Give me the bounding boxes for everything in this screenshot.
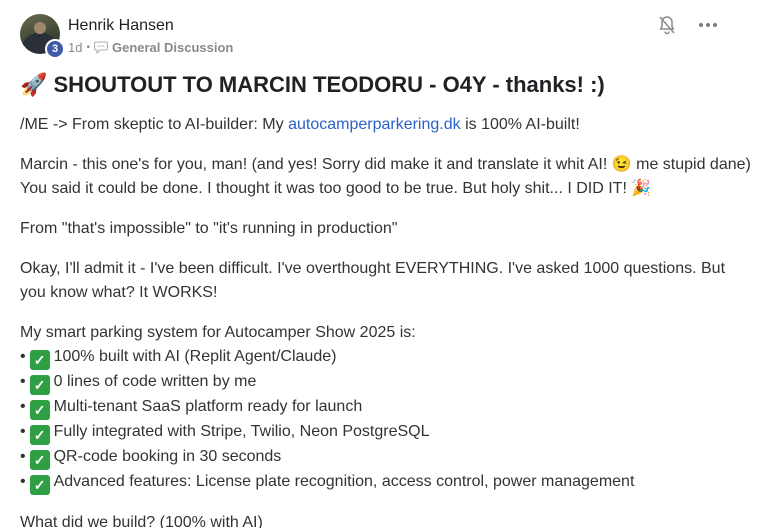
list-item: • ✓ Advanced features: License plate recog…	[20, 470, 755, 495]
intro-text: /ME -> From skeptic to AI-builder: My	[20, 116, 289, 133]
bullet: •	[20, 373, 26, 390]
list-item-text: QR-code booking in 30 seconds	[53, 448, 282, 465]
post-title: 🚀 SHOUTOUT TO MARCIN TEODORU - O4Y - tha…	[20, 72, 605, 97]
feature-list: • ✓ 100% built with AI (Replit Agent/Claud…	[20, 345, 755, 495]
admit-paragraph: Okay, I'll admit it - I've been difficul…	[20, 260, 726, 301]
list-item: • ✓ Fully integrated with Stripe, Twilio, …	[20, 420, 755, 445]
more-horizontal-icon[interactable]	[697, 14, 719, 36]
check-mark-icon: ✓	[29, 375, 50, 395]
author-name[interactable]: Henrik Hansen	[68, 17, 174, 35]
bullet: •	[20, 473, 26, 490]
list-item: • ✓ 0 lines of code written by me	[20, 370, 755, 395]
impossible-paragraph: From "that's impossible" to "it's runnin…	[20, 220, 398, 237]
list-item-text: 0 lines of code written by me	[53, 373, 257, 390]
features-intro: My smart parking system for Autocamper S…	[20, 324, 416, 341]
post-meta: 1d • General Discussion	[68, 40, 233, 55]
chat-bubble-icon	[93, 41, 108, 54]
list-item: • ✓ Multi-tenant SaaS platform ready for l…	[20, 395, 755, 420]
bullet: •	[20, 398, 26, 415]
marcin-paragraph: Marcin - this one's for you, man! (and y…	[20, 153, 755, 201]
bell-off-icon[interactable]	[656, 14, 678, 36]
bullet: •	[20, 423, 26, 440]
closing-paragraph: What did we build? (100% with AI)	[20, 514, 263, 528]
list-item: • ✓ QR-code booking in 30 seconds	[20, 445, 755, 470]
bullet: •	[20, 448, 26, 465]
check-mark-icon: ✓	[29, 475, 50, 495]
post-header: 3 Henrik Hansen 1d • General Discussion	[20, 14, 750, 60]
marcin-line-2: You said it could be done. I thought it …	[20, 180, 652, 197]
check-mark-icon: ✓	[29, 425, 50, 445]
list-item-text: Multi-tenant SaaS platform ready for lau…	[53, 398, 363, 415]
list-item-text: 100% built with AI (Replit Agent/Claude)	[53, 348, 337, 365]
check-mark-icon: ✓	[29, 350, 50, 370]
list-item-text: Fully integrated with Stripe, Twilio, Ne…	[53, 423, 430, 440]
post-time[interactable]: 1d	[68, 40, 82, 55]
meta-separator: •	[86, 42, 90, 53]
level-badge: 3	[45, 39, 65, 59]
post-body: /ME -> From skeptic to AI-builder: My au…	[20, 113, 755, 528]
category-link[interactable]: General Discussion	[112, 40, 233, 55]
features-section: My smart parking system for Autocamper S…	[20, 321, 755, 495]
list-item-text: Advanced features: License plate recogni…	[53, 473, 635, 490]
website-link[interactable]: autocamperparkering.dk	[288, 116, 461, 133]
marcin-line-1: Marcin - this one's for you, man! (and y…	[20, 156, 751, 173]
bullet: •	[20, 348, 26, 365]
list-item: • ✓ 100% built with AI (Replit Agent/Claud…	[20, 345, 755, 370]
intro-paragraph: /ME -> From skeptic to AI-builder: My au…	[20, 113, 755, 137]
check-mark-icon: ✓	[29, 450, 50, 470]
intro-text-end: is 100% AI-built!	[460, 116, 580, 133]
check-mark-icon: ✓	[29, 400, 50, 420]
